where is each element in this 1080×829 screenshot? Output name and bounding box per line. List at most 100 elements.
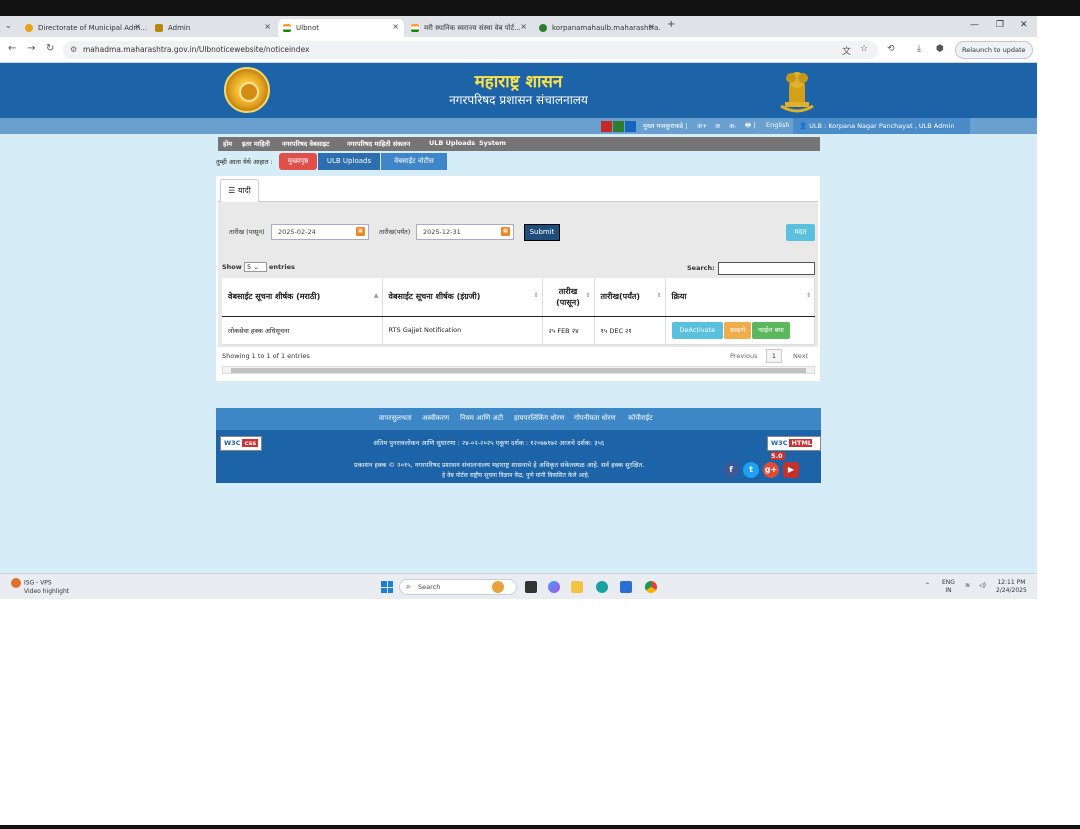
close-tab-icon[interactable]: × <box>520 22 527 31</box>
browser-tab[interactable]: मरी स्थानिक स्वराज्य संस्था वेब पोर्ट...… <box>406 19 532 37</box>
footer-link-hyperlink-policy[interactable]: हायपरलिंकिंग धोरण <box>514 414 564 423</box>
copilot-icon[interactable] <box>548 581 560 593</box>
footer-link-accessibility[interactable]: वापरसुलभता <box>379 414 412 423</box>
bookmark-star-icon[interactable]: ☆ <box>860 44 868 54</box>
volume-icon[interactable]: ◁) <box>979 582 986 590</box>
remove-button[interactable]: काढणे <box>724 321 752 339</box>
font-increase-button[interactable]: अ+ <box>697 121 707 130</box>
wifi-icon[interactable]: ≋ <box>965 582 970 590</box>
calendar-icon[interactable]: ▦ <box>501 227 510 236</box>
start-button[interactable] <box>381 581 393 593</box>
google-plus-icon[interactable]: g+ <box>763 462 779 478</box>
close-tab-icon[interactable]: × <box>134 22 141 31</box>
close-tab-icon[interactable]: × <box>264 22 271 31</box>
site-info-icon[interactable]: ⚙ <box>70 41 77 59</box>
twitter-icon[interactable]: t <box>743 462 759 478</box>
col-date-from[interactable]: तारीख (पासून) ⇕ <box>542 278 595 317</box>
font-decrease-button[interactable]: अ- <box>729 121 736 130</box>
col-title-english[interactable]: वेबसाईट सूचना शीर्षक (इंग्रजी) ⇕ <box>382 278 543 317</box>
extension-icon[interactable]: ⬢ <box>936 44 944 54</box>
help-button[interactable]: मदत <box>786 224 815 241</box>
language-indicator[interactable]: ENG IN <box>942 579 955 595</box>
calendar-icon[interactable]: ▦ <box>356 227 365 236</box>
footer-link-disclaimer[interactable]: अस्वीकरण <box>422 414 449 423</box>
file-explorer-icon[interactable] <box>571 581 583 593</box>
store-icon[interactable] <box>620 581 632 593</box>
language-english-link[interactable]: English <box>766 121 789 129</box>
footer-link-copyright[interactable]: कॉपीराईट <box>628 414 653 423</box>
menu-item-home[interactable]: होम <box>223 139 232 148</box>
w3c-html-badge[interactable]: W3C HTML 5.0 <box>767 436 821 460</box>
pager-previous[interactable]: Previous <box>730 352 757 360</box>
task-view-icon[interactable] <box>525 581 537 593</box>
browser-tab[interactable]: Admin × <box>150 19 276 37</box>
relaunch-button[interactable]: Relaunch to update ⋮ <box>955 41 1033 70</box>
view-file-button[interactable]: फाईल बघा <box>752 321 790 339</box>
print-icon[interactable]: 🖶 | <box>745 121 755 132</box>
chrome-icon[interactable] <box>645 581 657 593</box>
theme-blue-swatch[interactable] <box>625 121 636 132</box>
w3c-css-badge[interactable]: W3C css <box>220 436 263 451</box>
col-title-marathi[interactable]: वेबसाईट सूचना शीर्षक (मराठी) ▲ <box>222 278 383 317</box>
col-actions[interactable]: क्रिया ⇕ <box>665 278 815 317</box>
facebook-icon[interactable]: f <box>723 462 739 478</box>
reload-icon[interactable]: ↻ <box>46 43 54 54</box>
tab-search-icon[interactable]: ⌄ <box>5 21 12 30</box>
table-search-input[interactable] <box>718 262 815 275</box>
minimize-icon[interactable]: — <box>970 20 979 30</box>
skip-to-content-link[interactable]: मुख्य मजकूराकडे | <box>643 121 687 130</box>
close-tab-icon[interactable]: × <box>392 22 399 31</box>
pager-page-1[interactable]: 1 <box>766 349 782 363</box>
tab-favicon-icon <box>283 24 291 32</box>
browser-tab[interactable]: korpanamahaulb.maharashtra... × <box>534 19 660 37</box>
pager-next[interactable]: Next <box>793 352 808 360</box>
edge-icon[interactable] <box>596 581 608 593</box>
forward-icon[interactable]: → <box>27 43 35 54</box>
news-widget[interactable]: ISG - VPS Video highlight <box>11 578 69 596</box>
menu-item-np-info[interactable]: नगरपरिषद माहिती संकलन <box>347 139 410 148</box>
menu-item-np-website[interactable]: नगरपरिषद वेबसाइट <box>282 139 329 148</box>
footer-link-privacy[interactable]: गोपनीयता धोरण <box>574 414 616 423</box>
table-horizontal-scrollbar[interactable] <box>222 366 815 374</box>
theme-red-swatch[interactable] <box>601 121 612 132</box>
new-tab-icon[interactable]: + <box>667 19 675 30</box>
utility-bar: मुख्य मजकूराकडे | अ+ अ अ- 🖶 | English 👤 … <box>0 118 1037 134</box>
menu-item-system[interactable]: System <box>479 139 506 147</box>
translate-icon[interactable]: 文 <box>842 44 851 57</box>
widget-app-icon[interactable] <box>492 581 504 593</box>
table-info: Showing 1 to 1 of 1 entries <box>222 352 310 360</box>
close-tab-icon[interactable]: × <box>648 22 655 31</box>
url-text: mahadma.maharashtra.gov.in/Ulbnoticewebs… <box>83 45 310 54</box>
history-icon[interactable]: ⟲ <box>887 44 895 54</box>
youtube-icon[interactable]: ▶ <box>783 462 799 478</box>
menu-item-other-info[interactable]: इतर माहिती <box>242 139 270 148</box>
to-date-input[interactable]: 2025-12-31 ▦ <box>416 224 514 240</box>
breadcrumb-home[interactable]: मुख्यपृष्ठ <box>279 153 317 170</box>
tab-favicon-icon <box>155 24 163 32</box>
breadcrumb-ulb-uploads[interactable]: ULB Uploads <box>318 153 380 170</box>
browser-tab-active[interactable]: Ulbnot × <box>278 19 404 37</box>
theme-green-swatch[interactable] <box>613 121 624 132</box>
tab-list[interactable]: ☰ यादी <box>220 179 259 203</box>
address-bar[interactable]: ⚙ mahadma.maharashtra.gov.in/Ulbnoticewe… <box>63 41 878 59</box>
breadcrumb-website-notice[interactable]: वेबसाईट नोटीस <box>381 153 447 170</box>
clock[interactable]: 12:11 PM 2/24/2025 <box>996 579 1027 595</box>
submit-button[interactable]: Submit <box>524 224 560 241</box>
ulb-user-menu[interactable]: 👤 ULB : Korpana Nagar Panchayat , ULB Ad… <box>793 118 970 134</box>
back-icon[interactable]: ← <box>8 43 16 54</box>
browser-tab[interactable]: Directorate of Municipal Adm... × <box>20 19 146 37</box>
scrollbar-thumb[interactable] <box>231 368 806 373</box>
font-normal-button[interactable]: अ <box>715 121 720 130</box>
window-close-icon[interactable]: ✕ <box>1020 20 1028 30</box>
menu-item-ulb-uploads[interactable]: ULB Uploads <box>429 139 475 147</box>
footer-link-terms[interactable]: नियम आणि अटी <box>460 414 503 423</box>
widget-icon <box>11 578 21 588</box>
col-date-to[interactable]: तारीख(पर्यंत) ⇕ <box>594 278 666 317</box>
download-icon[interactable]: ⤓ <box>917 44 921 54</box>
restore-icon[interactable]: ❐ <box>996 20 1004 30</box>
deactivate-button[interactable]: DeActivate <box>671 321 724 339</box>
from-date-input[interactable]: 2025-02-24 ▦ <box>271 224 369 240</box>
entries-select[interactable]: 5 ⌄ <box>244 262 267 272</box>
sort-icon: ▲ <box>373 292 379 299</box>
tray-chevron-icon[interactable]: ⌃ <box>925 582 930 590</box>
